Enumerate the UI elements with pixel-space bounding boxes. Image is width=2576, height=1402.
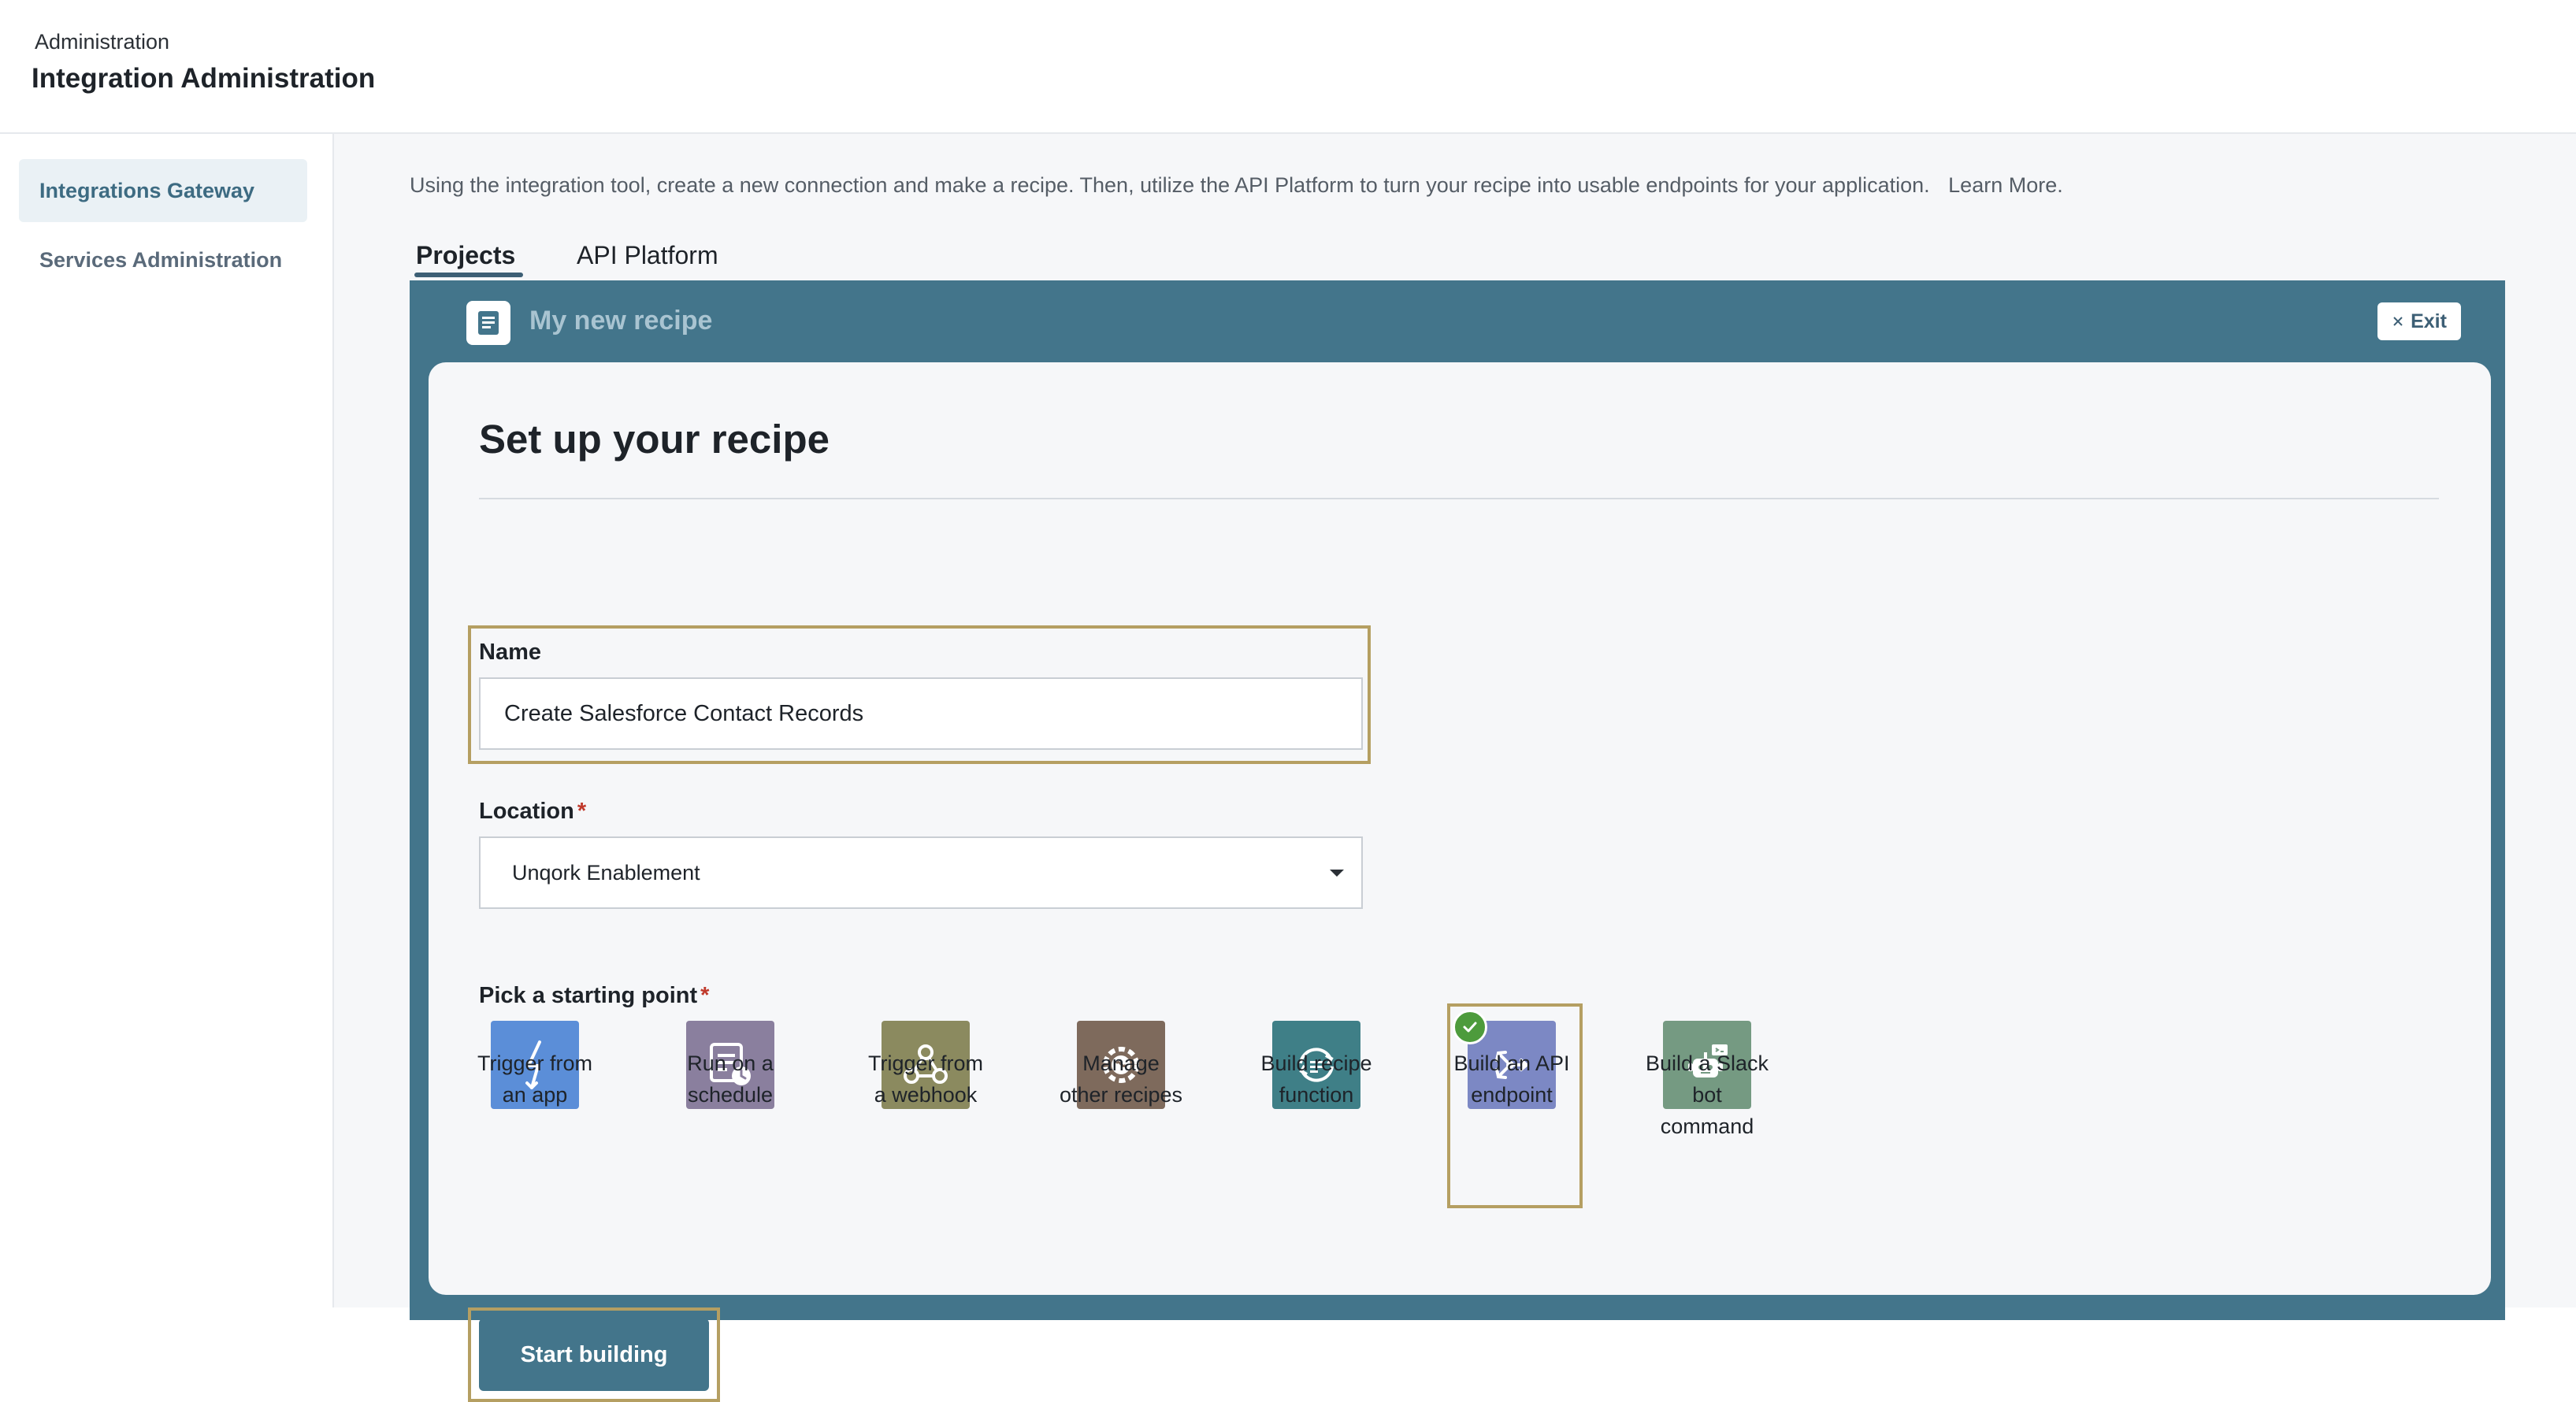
selected-check-icon	[1453, 1010, 1487, 1044]
recipe-document-icon	[466, 301, 510, 345]
starting-point-label: Pick a starting point *	[479, 983, 709, 1009]
exit-label: Exit	[2411, 310, 2447, 332]
recipe-frame: My new recipe Exit Set up your recipe Na…	[410, 280, 2505, 1402]
label-line: command	[1660, 1115, 1754, 1138]
start-building-button[interactable]: Start building	[479, 1319, 709, 1391]
intro-description: Using the integration tool, create a new…	[410, 173, 1930, 197]
starting-point-label-trigger-app: Trigger from an app	[448, 1048, 622, 1111]
chevron-down-icon	[1330, 870, 1344, 877]
required-asterisk: *	[700, 983, 710, 1008]
location-label-text: Location	[479, 799, 574, 824]
starting-point-label-api-endpoint: Build an API endpoint	[1425, 1048, 1598, 1111]
divider	[479, 498, 2439, 499]
label-line: other recipes	[1059, 1083, 1183, 1107]
starting-point-label-schedule: Run on a schedule	[644, 1048, 817, 1111]
starting-point-label-webhook: Trigger from a webhook	[839, 1048, 1012, 1111]
starting-point-label-slack-bot: Build a Slack bot command	[1620, 1048, 1794, 1142]
exit-button[interactable]: Exit	[2377, 302, 2461, 340]
name-label: Name	[479, 640, 541, 665]
learn-more-link[interactable]: Learn More.	[1948, 173, 2063, 197]
starting-point-label-recipe-function: Build recipe function	[1230, 1048, 1403, 1111]
recipe-setup-card: Set up your recipe Name Create Salesforc…	[429, 362, 2491, 1402]
location-label: Location *	[479, 799, 586, 825]
label-line: Trigger from	[867, 1052, 984, 1075]
label-line: endpoint	[1471, 1083, 1553, 1107]
intro-text: Using the integration tool, create a new…	[410, 173, 2063, 198]
location-select[interactable]: Unqork Enablement	[479, 836, 1363, 909]
page-title: Integration Administration	[32, 63, 376, 94]
name-input[interactable]: Create Salesforce Contact Records	[479, 677, 1363, 750]
label-line: Run on a	[687, 1052, 774, 1075]
close-icon	[2392, 310, 2404, 333]
page-header: Administration Integration Administratio…	[0, 0, 2576, 134]
label-line: Build an API	[1453, 1052, 1570, 1075]
required-asterisk: *	[577, 799, 587, 824]
label-line: a webhook	[874, 1083, 978, 1107]
tab-projects[interactable]: Projects	[416, 241, 515, 270]
starting-point-label-manage-recipes: Manage other recipes	[1034, 1048, 1208, 1111]
sidebar-item-integrations-gateway[interactable]: Integrations Gateway	[19, 159, 307, 222]
tab-api-platform[interactable]: API Platform	[577, 241, 718, 270]
label-line: Build a Slack	[1645, 1052, 1769, 1075]
sidebar: Integrations Gateway Services Administra…	[0, 134, 334, 1307]
label-line: schedule	[687, 1083, 774, 1107]
active-tab-indicator	[414, 273, 523, 277]
location-value: Unqork Enablement	[512, 860, 700, 885]
sidebar-item-services-administration[interactable]: Services Administration	[19, 228, 307, 291]
card-title: Set up your recipe	[479, 417, 830, 462]
label-line: an app	[502, 1083, 568, 1107]
starting-point-label-text: Pick a starting point	[479, 983, 698, 1008]
label-line: function	[1279, 1083, 1354, 1107]
label-line: bot	[1692, 1083, 1722, 1107]
label-line: Manage	[1082, 1052, 1160, 1075]
main-content: Using the integration tool, create a new…	[334, 134, 2576, 1402]
recipe-title: My new recipe	[529, 306, 713, 336]
label-line: Trigger from	[477, 1052, 593, 1075]
label-line: Build recipe	[1260, 1052, 1372, 1075]
breadcrumb[interactable]: Administration	[35, 30, 169, 54]
